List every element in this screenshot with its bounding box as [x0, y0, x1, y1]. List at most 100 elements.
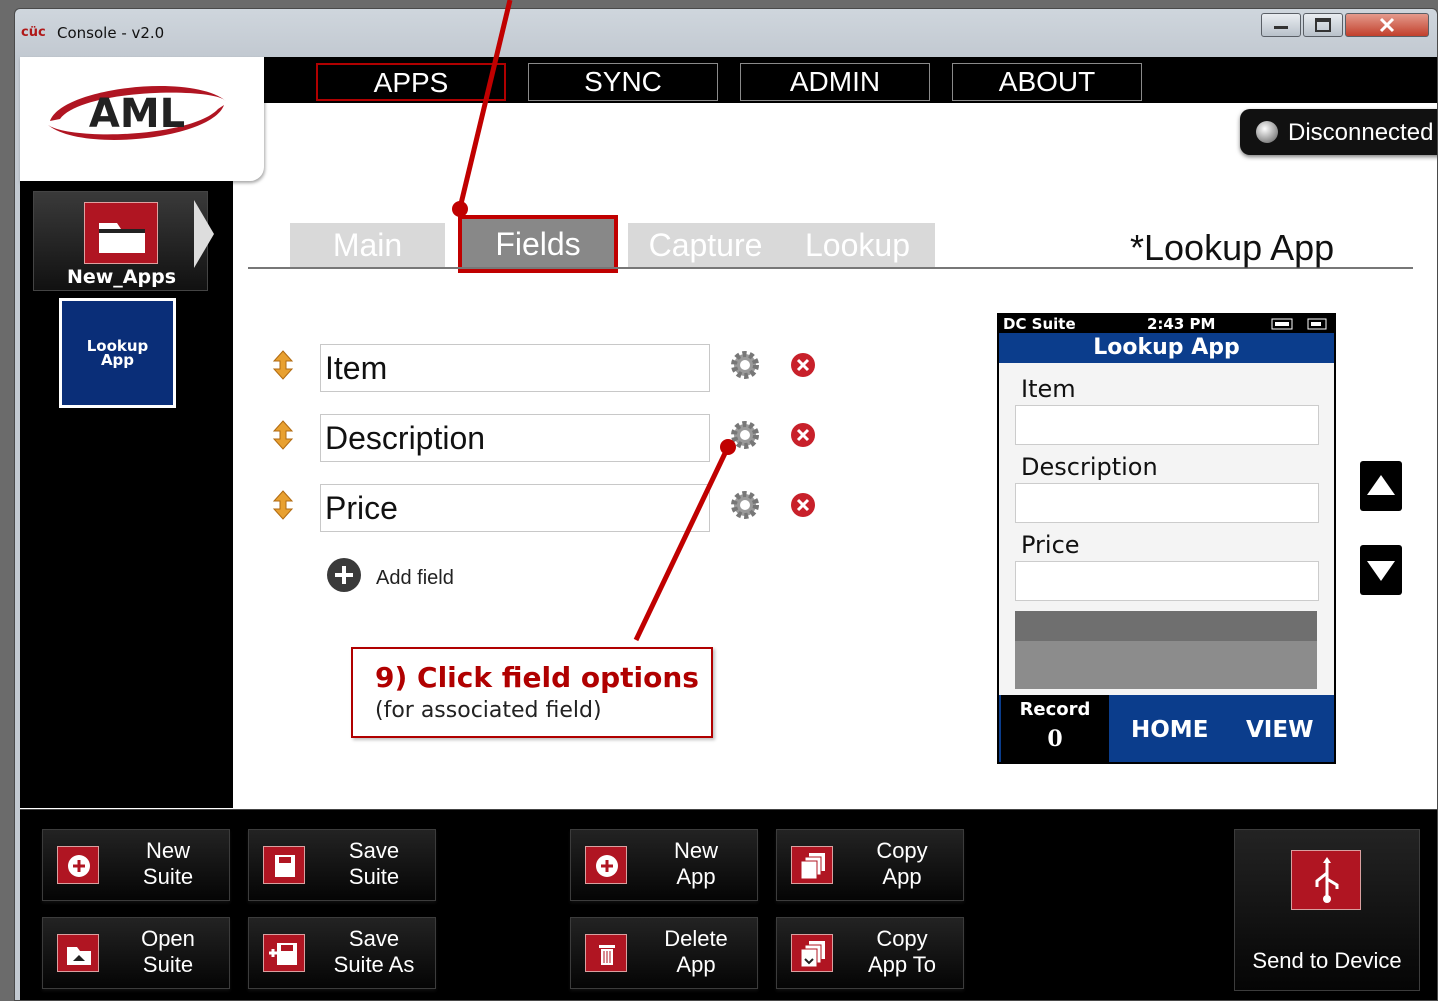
tab-fields[interactable]: Fields	[458, 215, 618, 273]
save-suite-as-button[interactable]: Save Suite As	[248, 917, 436, 989]
device-field-label: Description	[1021, 453, 1158, 481]
open-suite-label: Open Suite	[141, 926, 195, 977]
field-name-input[interactable]: Description	[320, 414, 710, 462]
gear-icon[interactable]	[728, 418, 762, 452]
tab-lookup[interactable]: Lookup	[780, 223, 935, 267]
field-name-input[interactable]: Item	[320, 344, 710, 392]
app-logo-icon: cüc	[21, 25, 46, 40]
instruction-callout: 9) Click field options (for associated f…	[351, 647, 713, 738]
connection-status: Disconnected	[1240, 109, 1437, 155]
device-field-input	[1015, 483, 1319, 523]
device-view-button: VIEW	[1246, 717, 1314, 743]
nav-tab-sync[interactable]: SYNC	[528, 63, 718, 101]
record-count: 0	[1047, 726, 1063, 752]
title-bar: cüc Console - v2.0	[15, 9, 1437, 57]
scroll-down-button[interactable]	[1360, 545, 1402, 595]
suite-name: New_Apps	[66, 266, 177, 288]
folder-icon	[84, 202, 158, 264]
gear-icon[interactable]	[728, 348, 762, 382]
app-tile-line2: App	[100, 351, 135, 369]
minimize-button[interactable]	[1261, 13, 1301, 37]
maximize-icon	[1315, 18, 1331, 32]
new-app-button[interactable]: New App	[570, 829, 758, 901]
plus-circle-icon	[585, 846, 627, 884]
close-button[interactable]	[1345, 13, 1429, 37]
suite-sidebar: New_Apps Lookup App	[20, 181, 233, 808]
trash-icon	[585, 934, 627, 972]
logo-panel: AML	[20, 57, 264, 181]
nav-tab-about[interactable]: ABOUT	[952, 63, 1142, 101]
suite-tile[interactable]: New_Apps	[33, 191, 214, 291]
copy-app-label: Copy App	[876, 838, 928, 889]
plus-circle-icon	[57, 846, 99, 884]
nav-tab-apps[interactable]: APPS	[316, 63, 506, 101]
send-to-device-button[interactable]: Send to Device	[1234, 829, 1420, 991]
console-window: cüc Console - v2.0 APPS SYNC ADMIN ABOUT…	[14, 8, 1438, 1001]
device-footer: Record 0 HOME VIEW	[999, 695, 1334, 762]
new-suite-button[interactable]: New Suite	[42, 829, 230, 901]
remove-field-icon[interactable]	[790, 352, 816, 378]
device-field-input	[1015, 405, 1319, 445]
field-row: Description	[270, 414, 830, 464]
save-as-icon	[263, 934, 305, 972]
reorder-arrows-icon[interactable]	[270, 490, 296, 520]
copy-app-to-button[interactable]: Copy App To	[776, 917, 964, 989]
copy-app-to-label: Copy App To	[867, 926, 937, 977]
bottom-toolbar: New Suite Save Suite Open Suite Save Sui…	[20, 809, 1437, 1000]
window-title: Console - v2.0	[57, 24, 165, 42]
device-home-button: HOME	[1131, 717, 1209, 743]
device-app-header: Lookup App	[999, 333, 1334, 363]
field-name-input[interactable]: Price	[320, 484, 710, 532]
device-field-input	[1015, 561, 1319, 601]
tab-main[interactable]: Main	[290, 223, 445, 267]
scroll-up-button[interactable]	[1360, 461, 1402, 511]
main-nav: APPS SYNC ADMIN ABOUT	[238, 57, 1437, 103]
usb-icon	[1291, 850, 1361, 910]
triangle-up-icon	[1367, 475, 1395, 495]
device-carrier: DC Suite	[1003, 315, 1076, 333]
minimize-icon	[1274, 26, 1288, 29]
new-suite-label: New Suite	[142, 838, 194, 889]
aml-logo: AML	[48, 86, 226, 140]
remove-field-icon[interactable]	[790, 422, 816, 448]
device-time: 2:43 PM	[1147, 315, 1216, 333]
triangle-down-icon	[1367, 561, 1395, 581]
record-label: Record	[1019, 699, 1091, 720]
tab-capture[interactable]: Capture	[628, 223, 783, 267]
field-row: Price	[270, 484, 830, 534]
expand-arrow-icon[interactable]	[194, 200, 214, 268]
open-suite-button[interactable]: Open Suite	[42, 917, 230, 989]
device-status-bar: DC Suite 2:43 PM	[999, 315, 1334, 333]
delete-app-label: Delete App	[664, 926, 728, 977]
floppy-disk-icon	[263, 846, 305, 884]
folder-open-icon	[57, 934, 99, 972]
save-suite-button[interactable]: Save Suite	[248, 829, 436, 901]
device-field-label: Price	[1021, 531, 1080, 559]
device-form: Item Description Price	[999, 363, 1334, 695]
device-record-counter: Record 0	[1001, 695, 1109, 762]
device-scan-area	[1015, 611, 1317, 689]
callout-subtitle: (for associated field)	[375, 698, 602, 723]
nav-tab-admin[interactable]: ADMIN	[740, 63, 930, 101]
save-suite-label: Save Suite	[348, 838, 400, 889]
app-tile-lookup[interactable]: Lookup App	[59, 298, 176, 408]
add-field-label: Add field	[376, 567, 454, 589]
plus-circle-icon	[327, 558, 361, 592]
reorder-arrows-icon[interactable]	[270, 350, 296, 380]
device-preview: DC Suite 2:43 PM Lookup App Item Descrip…	[997, 313, 1336, 764]
gear-icon[interactable]	[728, 488, 762, 522]
copy-app-button[interactable]: Copy App	[776, 829, 964, 901]
new-app-label: New App	[673, 838, 718, 889]
add-field-button[interactable]: Add field	[326, 557, 526, 597]
callout-title: 9) Click field options	[375, 661, 699, 694]
save-suite-as-label: Save Suite As	[333, 926, 415, 977]
maximize-button[interactable]	[1303, 13, 1343, 37]
svg-text:AML: AML	[89, 91, 185, 137]
reorder-arrows-icon[interactable]	[270, 420, 296, 450]
status-led-icon	[1256, 121, 1278, 143]
client-area: APPS SYNC ADMIN ABOUT AML Disconnected N…	[20, 57, 1437, 1000]
remove-field-icon[interactable]	[790, 492, 816, 518]
close-icon	[1379, 17, 1395, 33]
delete-app-button[interactable]: Delete App	[570, 917, 758, 989]
device-field-label: Item	[1021, 375, 1076, 403]
